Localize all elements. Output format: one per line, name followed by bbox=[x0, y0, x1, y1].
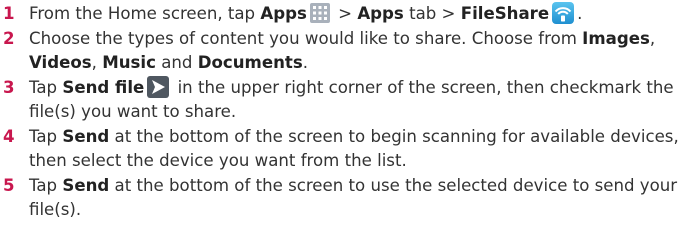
step-1-fileshare-label: FileShare bbox=[460, 4, 550, 23]
step-2-images-label: Images bbox=[582, 29, 650, 49]
step-2-text-c: , bbox=[91, 53, 103, 73]
step-5-text-a: Tap bbox=[29, 176, 63, 196]
step-1-text-b: > bbox=[332, 4, 358, 23]
step-1-text-a: From the Home screen, tap bbox=[29, 4, 261, 23]
apps-grid-icon bbox=[309, 2, 330, 23]
step-4-send-label: Send bbox=[62, 127, 110, 147]
step-number: 1 bbox=[3, 4, 15, 23]
step-2: 2 Choose the types of content you would … bbox=[2, 27, 695, 75]
step-4-text-b: at the bottom of the screen to begin sca… bbox=[29, 127, 679, 171]
step-4-text-a: Tap bbox=[29, 127, 63, 147]
step-number: 2 bbox=[3, 29, 15, 49]
send-arrow-icon bbox=[147, 75, 170, 98]
step-1-text-d: . bbox=[577, 4, 583, 23]
step-2-text-a: Choose the types of content you would li… bbox=[29, 29, 583, 49]
step-3-text-a: Tap bbox=[29, 78, 63, 98]
step-3-send-file-label: Send file bbox=[62, 78, 145, 98]
step-5-send-label: Send bbox=[62, 176, 110, 196]
step-1-apps-tab-label: Apps bbox=[357, 4, 404, 23]
step-text: Tap Send at the bottom of the screen to … bbox=[29, 174, 695, 222]
step-text: From the Home screen, tap Apps > Apps ta… bbox=[29, 1, 695, 26]
instruction-steps: 1 From the Home screen, tap Apps > Apps … bbox=[0, 0, 695, 222]
step-text: Choose the types of content you would li… bbox=[29, 27, 695, 75]
step-text: Tap Send file in the upper right corner … bbox=[29, 75, 695, 124]
step-2-text-b: , bbox=[649, 29, 656, 49]
step-2-music-label: Music bbox=[102, 53, 156, 73]
step-1-apps-label: Apps bbox=[260, 4, 307, 23]
step-2-videos-label: Videos bbox=[29, 53, 92, 73]
fileshare-wifi-icon bbox=[552, 1, 575, 24]
step-1: 1 From the Home screen, tap Apps > Apps … bbox=[2, 1, 695, 26]
step-2-documents-label: Documents bbox=[197, 53, 303, 73]
step-2-text-e: . bbox=[302, 53, 309, 73]
step-text: Tap Send at the bottom of the screen to … bbox=[29, 125, 695, 173]
step-number: 5 bbox=[3, 176, 15, 196]
step-3: 3 Tap Send file in the upper right corne… bbox=[2, 75, 695, 124]
step-2-text-d: and bbox=[155, 53, 198, 73]
step-number: 3 bbox=[3, 78, 15, 98]
step-5: 5 Tap Send at the bottom of the screen t… bbox=[2, 174, 695, 222]
step-1-text-c: tab > bbox=[403, 4, 461, 23]
step-4: 4 Tap Send at the bottom of the screen t… bbox=[2, 125, 695, 173]
step-number: 4 bbox=[3, 127, 15, 147]
step-5-text-b: at the bottom of the screen to use the s… bbox=[29, 176, 678, 220]
